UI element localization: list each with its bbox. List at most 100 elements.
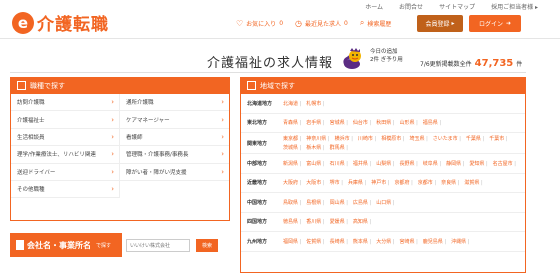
company-search-input[interactable] [126,239,190,252]
login-label: ログイン [478,21,503,28]
total-label: 7/6更新掲載数全件 [420,61,472,68]
prefecture-link[interactable]: 愛媛県 [330,218,348,225]
site-logo[interactable]: e 介護転職 [12,10,109,35]
prefecture-link[interactable]: 福井県 [353,160,371,167]
region-panel: 地域で探す 北海道地方北海道札幌市東北地方青森県岩手県宮城県仙台市秋田県山形県福… [240,77,526,273]
prefecture-link[interactable]: 滋賀県 [464,179,482,186]
job-type-item[interactable]: ケアマネージャー › [120,111,229,129]
title-divider [10,72,526,73]
prefecture-link[interactable]: 岐阜県 [423,160,441,167]
prefecture-link[interactable]: 横浜市 [335,135,353,142]
job-type-label: その他職種 [17,187,45,194]
region-name: 中部地方 [247,160,268,167]
toplink-sitemap[interactable]: サイトマップ [439,2,475,11]
prefecture-link[interactable]: 長崎県 [330,238,348,245]
prefecture-link[interactable]: 香川県 [306,218,324,225]
prefecture-link[interactable]: 鳥取県 [283,199,301,206]
prefecture-link[interactable]: 茨城県 [283,144,301,151]
prefecture-link[interactable]: 北海道 [283,100,301,107]
prefecture-link[interactable]: 福島県 [423,119,441,126]
region-row: 四国地方 徳島県香川県愛媛県高知県 [241,213,525,232]
prefecture-link[interactable]: 佐賀県 [306,238,324,245]
history-link[interactable]: ◷ 最近見た求人 0 [295,19,348,28]
prefecture-link[interactable]: 群馬県 [330,144,348,151]
prefecture-link[interactable]: 奈良県 [441,179,459,186]
mascot-icon [343,48,361,69]
prefecture-link[interactable]: 徳島県 [283,218,301,225]
prefecture-link[interactable]: 川崎市 [358,135,376,142]
prefecture-link[interactable]: 山形県 [399,119,417,126]
chevron-right-icon: › [221,98,224,107]
prefecture-link[interactable]: 大阪府 [283,179,301,186]
favorites-link[interactable]: ♡ お気に入り 0 [236,19,283,28]
prefecture-link[interactable]: 札幌市 [306,100,324,107]
prefecture-link[interactable]: 岩手県 [306,119,324,126]
job-type-item[interactable]: その他職種 › [11,180,120,199]
job-type-item[interactable]: 訪問介護職 › [11,94,120,112]
prefecture-link[interactable]: 秋田県 [376,119,394,126]
prefecture-link[interactable]: 千葉市 [489,135,507,142]
prefecture-link[interactable]: 広島県 [353,199,371,206]
prefecture-link[interactable]: 大分県 [376,238,394,245]
prefecture-link[interactable]: 青森県 [283,119,301,126]
prefecture-link[interactable]: 長野県 [399,160,417,167]
prefecture-link[interactable]: 堺市 [330,179,343,186]
prefecture-link[interactable]: 宮崎県 [399,238,417,245]
today-new-jobs: 今日の追加 2件 ぎ予り用 [370,49,403,64]
job-type-item[interactable]: 看護師 › [120,129,229,147]
search-history-link[interactable]: ⌕ 検索履歴 [360,18,392,28]
job-type-item[interactable]: 通所介護職 › [120,94,229,112]
prefecture-link[interactable]: 石川県 [330,160,348,167]
prefecture-link[interactable]: 名古屋市 [493,160,516,167]
prefecture-link[interactable]: 大阪市 [306,179,324,186]
prefecture-link[interactable]: 岡山県 [330,199,348,206]
job-type-item[interactable]: 管理職・介護事務/事務長 › [120,146,229,164]
prefecture-link[interactable]: 静岡県 [446,160,464,167]
prefecture-link[interactable]: 相模原市 [381,135,404,142]
prefecture-link[interactable]: 新潟県 [283,160,301,167]
job-type-item[interactable]: 理学/作業療法士、リハビリ関連 › [11,146,120,164]
prefecture-link[interactable]: 愛知県 [469,160,487,167]
prefecture-link[interactable]: 京都市 [418,179,436,186]
prefecture-link[interactable]: 神奈川県 [306,135,329,142]
login-button[interactable]: ログイン ➜ [469,15,521,32]
prefecture-link[interactable]: 仙台市 [353,119,371,126]
prefecture-link[interactable]: 熊本県 [353,238,371,245]
chevron-right-icon: › [111,167,114,176]
prefecture-link[interactable]: 宮城県 [330,119,348,126]
company-search-button[interactable]: 検索 [196,239,218,252]
prefecture-link[interactable]: 京都府 [394,179,412,186]
prefecture-link[interactable]: 兵庫県 [348,179,366,186]
prefecture-link[interactable]: さいたま市 [433,135,461,142]
prefecture-link[interactable]: 山梨県 [376,160,394,167]
job-type-item[interactable]: 送迎ドライバー › [11,163,120,181]
toplink-recruiter[interactable]: 採用ご担当者様 ▸ [491,2,538,11]
chevron-right-icon: › [221,150,224,159]
job-type-item[interactable]: 障がい者・障がい児支援 › [120,164,229,181]
chevron-right-icon: ▸ [451,20,455,27]
prefecture-link[interactable]: 千葉県 [466,135,484,142]
toplink-contact[interactable]: お問合せ [399,2,423,11]
prefecture-link[interactable]: 福岡県 [283,238,301,245]
prefecture-link[interactable]: 埼玉県 [409,135,427,142]
prefecture-link[interactable]: 東京都 [283,135,301,142]
prefecture-link[interactable]: 沖縄県 [451,238,469,245]
prefecture-link[interactable]: 栃木県 [306,144,324,151]
job-type-label: ケアマネージャー [126,117,170,124]
region-name: 四国地方 [247,219,268,226]
job-type-item[interactable]: 介護福祉士 › [11,111,120,129]
job-type-label: 障がい者・障がい児支援 [126,169,187,176]
job-type-item[interactable]: 生活相談員 › [11,128,120,147]
prefecture-link[interactable]: 神戸市 [371,179,389,186]
register-button[interactable]: 会員登録 ▸ [417,15,463,32]
prefecture-link[interactable]: 鹿児島県 [423,238,446,245]
prefecture-link[interactable]: 山口県 [376,199,394,206]
toplink-home[interactable]: ホーム [365,2,383,11]
map-icon [247,81,256,90]
region-name: 近畿地方 [247,180,268,187]
prefecture-link[interactable]: 高知県 [353,218,371,225]
total-unit: 件 [516,61,523,68]
prefecture-link[interactable]: 島根県 [306,199,324,206]
prefecture-link[interactable]: 富山県 [306,160,324,167]
header-divider [0,38,560,39]
